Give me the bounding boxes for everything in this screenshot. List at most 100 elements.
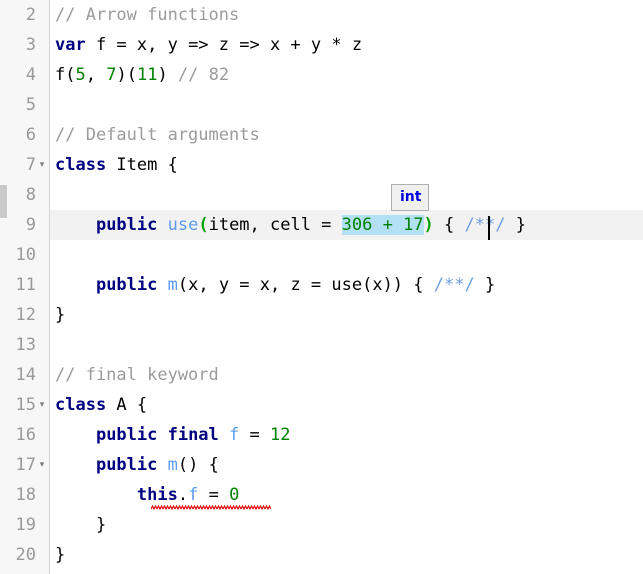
gutter-row[interactable]: 3	[7, 30, 49, 60]
gutter-row[interactable]: 6	[7, 120, 49, 150]
line-number: 7	[25, 155, 36, 175]
gutter-row[interactable]: 8	[7, 180, 49, 210]
code-line[interactable]: }	[50, 540, 643, 570]
code-line[interactable]: public final f = 12	[50, 420, 643, 450]
token-comment: // 82	[177, 65, 230, 85]
token-field: f	[188, 485, 199, 505]
gutter-row[interactable]: 20	[7, 540, 49, 570]
gutter-row[interactable]: 19	[7, 510, 49, 540]
token-comment: // final keyword	[55, 365, 219, 385]
code-editor[interactable]: 2 3 4 5 6 7 ▾ 8 9 10 11 12 13 14 15 ▾ 16 17 ▾ 18 19 20 // Arr…	[0, 0, 643, 574]
code-line[interactable]: public m(x, y = x, z = use(x)) { /**/ }	[50, 270, 643, 300]
fold-arrow-icon[interactable]: ▾	[37, 390, 47, 420]
code-line[interactable]: }	[50, 510, 643, 540]
fold-arrow-icon[interactable]: ▾	[37, 450, 47, 480]
gutter-row[interactable]: 14	[7, 360, 49, 390]
token-blockcomment: /**/	[433, 275, 475, 295]
token-keyword: this	[136, 485, 178, 505]
token-plain: {	[433, 215, 465, 235]
gutter-row[interactable]: 12	[7, 300, 49, 330]
token-plain: }	[55, 515, 107, 535]
gutter-row[interactable]: 10	[7, 240, 49, 270]
line-number: 17	[15, 455, 36, 475]
token-keyword: public final	[95, 425, 219, 445]
gutter-row[interactable]: 7 ▾	[7, 150, 49, 180]
token-plain: }	[474, 275, 496, 295]
code-line[interactable]: f(5, 7)(11) // 82	[50, 60, 643, 90]
token-number: 7	[106, 65, 117, 85]
code-line[interactable]: // final keyword	[50, 360, 643, 390]
modified-lines-marker[interactable]	[0, 185, 7, 218]
line-number: 8	[25, 185, 36, 205]
gutter-row[interactable]: 17 ▾	[7, 450, 49, 480]
token-number: 12	[270, 425, 291, 445]
code-line[interactable]: }	[50, 300, 643, 330]
gutter-row[interactable]: 16	[7, 420, 49, 450]
token-plain: }	[55, 545, 66, 565]
code-line[interactable]: this.f = 0	[50, 480, 643, 510]
token-plain: )	[157, 65, 178, 85]
token-plain: item, cell =	[208, 215, 342, 235]
line-number: 2	[25, 5, 36, 25]
code-line[interactable]	[50, 180, 643, 210]
code-line[interactable]: public m() {	[50, 450, 643, 480]
token-keyword: class	[55, 155, 107, 175]
line-number: 12	[15, 305, 36, 325]
token-plain: f(	[55, 65, 76, 85]
token-comment: // Arrow functions	[55, 5, 240, 25]
code-line[interactable]: // Default arguments	[50, 120, 643, 150]
token-plain: (x, y = x, z = use(x)) {	[177, 275, 434, 295]
token-plain: ,	[85, 65, 107, 85]
code-line[interactable]	[50, 90, 643, 120]
line-number: 19	[15, 515, 36, 535]
code-line-current[interactable]: public use(item, cell = 306 + 17) { /**/…	[50, 210, 643, 240]
token-number: 5	[75, 65, 86, 85]
text-caret	[488, 216, 490, 240]
gutter-row[interactable]: 9	[7, 210, 49, 240]
line-number: 16	[15, 425, 36, 445]
code-line[interactable]: // Arrow functions	[50, 0, 643, 30]
gutter-row[interactable]: 4	[7, 60, 49, 90]
token-number: 306 + 17	[341, 215, 424, 235]
fold-arrow-icon[interactable]: ▾	[37, 150, 47, 180]
gutter-row[interactable]: 11	[7, 270, 49, 300]
token-plain: A {	[106, 395, 148, 415]
code-line[interactable]: class Item {	[50, 150, 643, 180]
gutter-row[interactable]: 5	[7, 90, 49, 120]
gutter-row[interactable]: 18	[7, 480, 49, 510]
gutter-row[interactable]: 15 ▾	[7, 390, 49, 420]
token-keyword: var	[55, 35, 86, 55]
line-number: 5	[25, 95, 36, 115]
line-number: 14	[15, 365, 36, 385]
token-paren-hl: (	[198, 215, 209, 235]
code-line[interactable]	[50, 240, 643, 270]
token-blockcomment: /**/	[464, 215, 506, 235]
code-line[interactable]: var f = x, y => z => x + y * z	[50, 30, 643, 60]
line-number-gutter[interactable]: 2 3 4 5 6 7 ▾ 8 9 10 11 12 13 14 15 ▾ 16 17 ▾ 18 19 20	[7, 0, 50, 574]
token-keyword: public	[95, 215, 158, 235]
gutter-row[interactable]: 13	[7, 330, 49, 360]
token-plain: Item {	[106, 155, 178, 175]
line-number: 13	[15, 335, 36, 355]
token-plain: =	[198, 485, 230, 505]
change-marker-strip	[0, 0, 7, 574]
token-plain: }	[505, 215, 526, 235]
line-number: 3	[25, 35, 36, 55]
line-number: 6	[25, 125, 36, 145]
line-number: 18	[15, 485, 36, 505]
token-comment: // Default arguments	[55, 125, 260, 145]
line-number: 9	[25, 215, 36, 235]
gutter-row[interactable]: 2	[7, 0, 49, 30]
code-content-area[interactable]: // Arrow functions var f = x, y => z => x…	[50, 0, 643, 574]
code-line[interactable]: class A {	[50, 390, 643, 420]
token-plain: f = x, y => z => x + y * z	[85, 35, 363, 55]
token-paren-hl: )	[423, 215, 434, 235]
line-number: 20	[15, 545, 36, 565]
code-line[interactable]	[50, 330, 643, 360]
